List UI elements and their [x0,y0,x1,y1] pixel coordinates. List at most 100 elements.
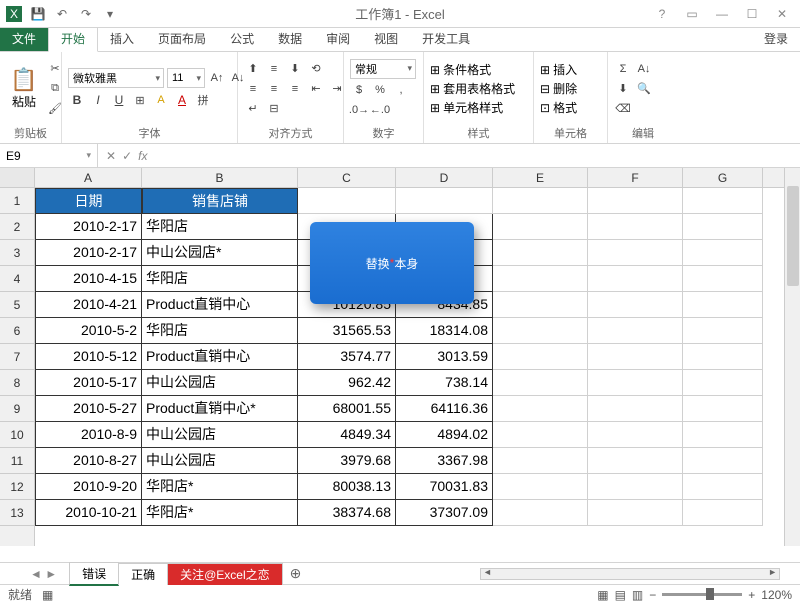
cell[interactable] [588,370,683,396]
align-right-icon[interactable]: ≡ [286,80,304,98]
data-cell[interactable]: 18314.08 [396,318,493,344]
data-cell[interactable]: 2010-5-2 [35,318,142,344]
data-cell[interactable]: 70031.83 [396,474,493,500]
data-cell[interactable]: 2010-8-9 [35,422,142,448]
cell[interactable] [683,214,763,240]
row-header-9[interactable]: 9 [0,396,34,422]
cell[interactable] [683,396,763,422]
tab-layout[interactable]: 页面布局 [146,26,218,51]
inc-decimal-icon[interactable]: .0→ [350,101,368,119]
row-header-13[interactable]: 13 [0,500,34,526]
col-header-D[interactable]: D [396,168,493,187]
header-cell[interactable]: 日期 [35,188,142,214]
delete-cells-button[interactable]: ⊟删除 [540,80,577,97]
vertical-scrollbar[interactable] [784,168,800,546]
cell[interactable] [588,448,683,474]
ribbon-display-icon[interactable]: ▭ [678,4,706,24]
cell[interactable] [683,370,763,396]
login-link[interactable]: 登录 [752,26,800,51]
data-cell[interactable]: 64116.36 [396,396,493,422]
clear-icon[interactable]: ⌫ [614,100,632,118]
paste-button[interactable]: 📋粘贴 [6,54,42,123]
align-bottom-icon[interactable]: ⬇ [286,60,304,78]
cell[interactable] [683,448,763,474]
redo-icon[interactable]: ↷ [76,4,96,24]
cancel-formula-icon[interactable]: ✕ [106,149,116,163]
tab-dev[interactable]: 开发工具 [410,26,482,51]
fill-color-button[interactable]: A [152,91,170,109]
data-cell[interactable]: 4849.34 [298,422,396,448]
row-header-7[interactable]: 7 [0,344,34,370]
row-header-10[interactable]: 10 [0,422,34,448]
number-format-select[interactable]: 常规 [350,59,416,79]
col-header-F[interactable]: F [588,168,683,187]
data-cell[interactable]: 2010-4-21 [35,292,142,318]
data-cell[interactable]: 华阳店* [142,500,298,526]
cell[interactable] [493,344,588,370]
row-header-2[interactable]: 2 [0,214,34,240]
cell-style-button[interactable]: ⊞单元格样式 [430,99,515,116]
align-left-icon[interactable]: ≡ [244,80,262,98]
data-cell[interactable]: 2010-5-12 [35,344,142,370]
data-cell[interactable]: 68001.55 [298,396,396,422]
tab-review[interactable]: 审阅 [314,26,362,51]
tab-formula[interactable]: 公式 [218,26,266,51]
cell[interactable] [683,188,763,214]
cell[interactable] [493,214,588,240]
orientation-icon[interactable]: ⟲ [307,60,325,78]
data-cell[interactable]: Product直销中心* [142,396,298,422]
table-format-button[interactable]: ⊞套用表格格式 [430,80,515,97]
cell[interactable] [683,240,763,266]
data-cell[interactable]: 37307.09 [396,500,493,526]
italic-button[interactable]: I [89,91,107,109]
cell[interactable] [493,422,588,448]
help-icon[interactable]: ? [648,4,676,24]
cond-format-button[interactable]: ⊞条件格式 [430,61,515,78]
cell[interactable] [683,266,763,292]
cell[interactable] [588,474,683,500]
border-button[interactable]: ⊞ [131,91,149,109]
font-color-button[interactable]: A [173,91,191,109]
bold-button[interactable]: B [68,91,86,109]
data-cell[interactable]: 中山公园店 [142,370,298,396]
new-sheet-button[interactable]: ⊕ [282,565,310,582]
data-cell[interactable]: 2010-4-15 [35,266,142,292]
cell[interactable] [493,370,588,396]
data-cell[interactable]: 80038.13 [298,474,396,500]
sort-filter-icon[interactable]: A↓ [635,60,653,78]
data-cell[interactable]: 2010-10-21 [35,500,142,526]
data-cell[interactable]: 2010-9-20 [35,474,142,500]
data-cell[interactable]: 3013.59 [396,344,493,370]
tab-file[interactable]: 文件 [0,26,48,51]
data-cell[interactable]: 2010-5-17 [35,370,142,396]
data-cell[interactable]: 2010-2-17 [35,214,142,240]
data-cell[interactable]: 3574.77 [298,344,396,370]
tab-insert[interactable]: 插入 [98,26,146,51]
enter-formula-icon[interactable]: ✓ [122,149,132,163]
row-header-12[interactable]: 12 [0,474,34,500]
dec-decimal-icon[interactable]: ←.0 [371,101,389,119]
format-cells-button[interactable]: ⊡格式 [540,99,577,116]
row-header-4[interactable]: 4 [0,266,34,292]
data-cell[interactable]: 2010-5-27 [35,396,142,422]
close-icon[interactable]: ✕ [768,4,796,24]
fx-icon[interactable]: fx [138,149,147,163]
data-cell[interactable]: 2010-8-27 [35,448,142,474]
view-pagebreak-icon[interactable]: ▥ [632,588,643,602]
data-cell[interactable]: 华阳店 [142,266,298,292]
cell[interactable] [493,188,588,214]
cell[interactable] [493,474,588,500]
view-layout-icon[interactable]: ▤ [615,588,626,602]
zoom-slider[interactable] [662,593,742,596]
cell[interactable] [588,188,683,214]
data-cell[interactable]: Product直销中心 [142,344,298,370]
autosum-icon[interactable]: Σ [614,60,632,78]
cell[interactable] [588,214,683,240]
data-cell[interactable]: Product直销中心 [142,292,298,318]
horizontal-scrollbar[interactable] [309,568,800,580]
save-icon[interactable]: 💾 [28,4,48,24]
cell[interactable] [493,396,588,422]
font-name-select[interactable]: 微软雅黑 [68,68,164,88]
data-cell[interactable]: 3979.68 [298,448,396,474]
cell[interactable] [493,318,588,344]
